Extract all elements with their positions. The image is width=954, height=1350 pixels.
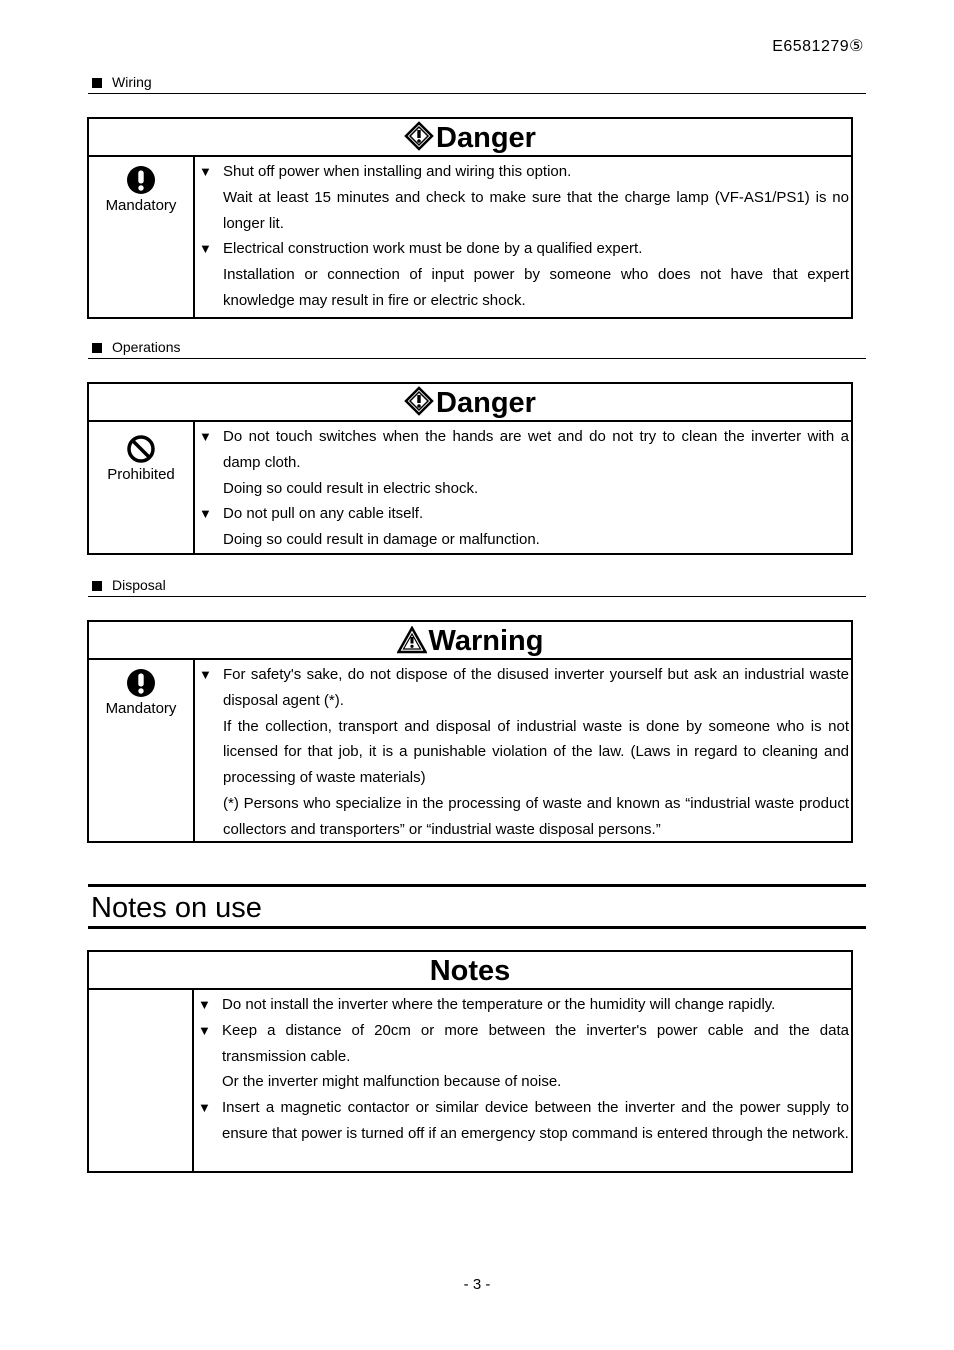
triangle-bullet-icon: ▼ — [198, 997, 211, 1012]
triangle-bullet-icon: ▼ — [199, 667, 212, 682]
box-title: Danger — [89, 384, 851, 422]
box-title-text: Danger — [436, 387, 536, 419]
danger-diamond-icon — [404, 386, 434, 416]
mandatory-label: Mandatory — [105, 197, 177, 214]
box-title: Warning — [89, 622, 851, 660]
danger-diamond-icon — [404, 121, 434, 151]
prohibited-circle-icon — [127, 435, 155, 463]
item-text: Shut off power when installing and wirin… — [223, 163, 572, 180]
item-text: For safety's sake, do not dispose of the… — [223, 666, 849, 709]
list-item: ▼ Electrical construction work must be do… — [199, 236, 849, 262]
document-id: E6581279⑤ — [772, 38, 864, 55]
notes-box: Notes ▼ Do not install the inverter where… — [87, 950, 853, 1173]
item-text: Insert a magnetic contactor or similar d… — [222, 1099, 849, 1142]
item-text: Keep a distance of 20cm or more between … — [222, 1021, 849, 1065]
items-list: ▼ Do not install the inverter where the t… — [194, 990, 851, 1171]
section-heading-label: Operations — [112, 339, 181, 355]
section-heading-label: Disposal — [112, 577, 166, 593]
mandatory-exclamation-icon — [127, 669, 155, 697]
item-detail: Installation or connection of input powe… — [223, 266, 849, 309]
list-item: ▼ Do not pull on any cable itself. — [199, 501, 849, 527]
page-number: - 3 - — [463, 1276, 491, 1293]
warning-box-disposal: Warning Mandatory ▼ For safety's sake, do… — [87, 620, 853, 843]
list-item: ▼ For safety's sake, do not dispose of th… — [199, 662, 849, 714]
item-detail: Or the inverter might malfunction becaus… — [222, 1073, 562, 1091]
warning-triangle-icon — [395, 625, 428, 654]
prohibited-label: Prohibited — [107, 466, 175, 483]
section-heading-label: Wiring — [112, 74, 152, 90]
item-text: Do not touch switches when the hands are… — [223, 428, 849, 471]
list-item: ▼ Insert a magnetic contactor or similar … — [198, 1095, 849, 1147]
mandatory-label: Mandatory — [105, 700, 177, 717]
items-list: ▼ Do not touch switches when the hands ar… — [195, 422, 851, 553]
danger-box-operations: Danger Prohibited ▼ Do not touch switches… — [87, 382, 853, 555]
section-heading-wiring: Wiring — [88, 74, 866, 94]
box-title-text: Notes — [429, 955, 511, 987]
mandatory-exclamation-icon — [127, 166, 155, 194]
box-title-text: Danger — [436, 122, 536, 154]
triangle-bullet-icon: ▼ — [199, 429, 212, 444]
box-title-text: Warning — [428, 625, 544, 657]
item-text: Do not install the inverter where the te… — [222, 996, 776, 1013]
item-text: Do not pull on any cable itself. — [223, 505, 424, 523]
list-item: ▼ Do not install the inverter where the t… — [198, 992, 849, 1018]
item-detail: Doing so could result in electric shock. — [223, 479, 479, 497]
item-detail: Doing so could result in damage or malfu… — [223, 531, 540, 549]
square-bullet-icon — [92, 78, 102, 88]
box-title: Notes — [89, 952, 851, 990]
section-heading-disposal: Disposal — [88, 577, 866, 597]
square-bullet-icon — [92, 343, 102, 353]
danger-box-wiring: Danger Mandatory ▼ Shut off power when in… — [87, 117, 853, 319]
left-cell: Mandatory — [89, 660, 195, 841]
left-cell: Prohibited — [89, 422, 195, 553]
box-title: Danger — [89, 119, 851, 157]
left-cell — [89, 990, 194, 1171]
list-item: ▼ Do not touch switches when the hands ar… — [199, 424, 849, 476]
triangle-bullet-icon: ▼ — [198, 1022, 211, 1038]
item-detail: Wait at least 15 minutes and check to ma… — [223, 188, 849, 232]
list-item: ▼ Keep a distance of 20cm or more between… — [198, 1018, 849, 1070]
item-text: Electrical construction work must be don… — [223, 240, 643, 258]
triangle-bullet-icon: ▼ — [199, 506, 212, 522]
item-detail: If the collection, transport and disposa… — [223, 717, 849, 787]
items-list: ▼ Shut off power when installing and wiri… — [195, 157, 851, 317]
notes-heading-text: Notes on use — [91, 892, 262, 924]
section-heading-operations: Operations — [88, 339, 866, 359]
item-detail: (*) Persons who specialize in the proces… — [223, 794, 849, 838]
triangle-bullet-icon: ▼ — [199, 241, 212, 257]
items-list: ▼ For safety's sake, do not dispose of th… — [195, 660, 851, 841]
triangle-bullet-icon: ▼ — [199, 164, 212, 179]
square-bullet-icon — [92, 581, 102, 591]
triangle-bullet-icon: ▼ — [198, 1100, 211, 1116]
list-item: ▼ Shut off power when installing and wiri… — [199, 159, 849, 185]
left-cell: Mandatory — [89, 157, 195, 317]
notes-on-use-heading: Notes on use — [88, 884, 866, 929]
